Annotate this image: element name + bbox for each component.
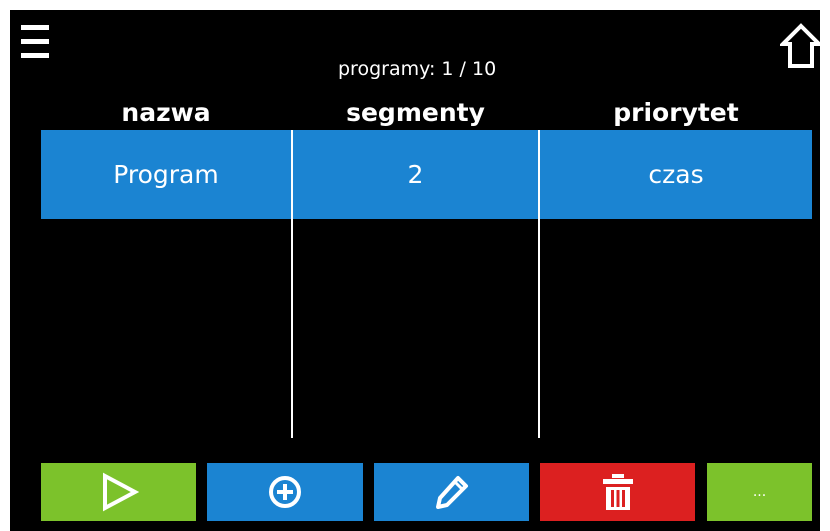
column-divider (538, 130, 540, 438)
cell-program-name: Program (113, 160, 219, 189)
cell-segments: 2 (407, 160, 424, 189)
column-header-priority: priorytet (613, 98, 739, 127)
add-program-button[interactable] (207, 463, 363, 521)
plus-circle-icon (269, 476, 301, 508)
more-options-label: ... (752, 484, 767, 500)
hamburger-menu-icon-bar (21, 39, 49, 44)
program-count-title: programy: 1 / 10 (338, 58, 497, 80)
menu-button[interactable] (21, 25, 49, 59)
trash-icon (602, 474, 633, 510)
play-icon (102, 472, 139, 512)
home-icon (778, 23, 824, 68)
more-options-button[interactable]: ... (707, 463, 812, 521)
hamburger-menu-icon-bar (21, 53, 49, 58)
column-header-segments: segmenty (346, 98, 485, 127)
device-screen (10, 10, 820, 531)
cell-priority: czas (648, 160, 704, 189)
hamburger-menu-icon (21, 25, 49, 30)
edit-program-button[interactable] (374, 463, 529, 521)
column-divider (291, 130, 293, 438)
pencil-icon (435, 476, 468, 509)
delete-program-button[interactable] (540, 463, 695, 521)
column-header-name: nazwa (121, 98, 211, 127)
home-button[interactable] (778, 22, 824, 70)
table-row-selected[interactable]: Program 2 czas (41, 130, 812, 219)
run-program-button[interactable] (41, 463, 196, 521)
